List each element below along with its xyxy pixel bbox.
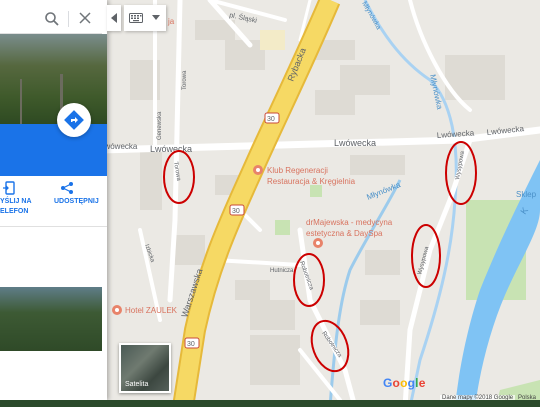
place-photo[interactable] bbox=[0, 34, 107, 124]
directions-button[interactable] bbox=[57, 103, 91, 137]
place-panel: Wyznacz trasę YŚLIJ NA ELEFON UDOSTĘPNIJ bbox=[0, 0, 107, 400]
poi-label-klub-1: Klub Regeneracji bbox=[267, 166, 328, 175]
send-to-phone-label: ELEFON bbox=[0, 208, 29, 215]
svg-text:30: 30 bbox=[232, 208, 240, 215]
place-photo-thumbnail[interactable] bbox=[0, 287, 102, 351]
send-to-phone-label: YŚLIJ NA bbox=[0, 198, 32, 205]
logo-letter: e bbox=[418, 376, 426, 390]
place-header-bar: Wyznacz trasę bbox=[0, 124, 107, 285]
street-label-genewska: Genewska bbox=[157, 111, 163, 140]
poi-label-top-partial: ja bbox=[167, 17, 175, 26]
chevron-left-icon bbox=[111, 13, 117, 23]
poi-label-hotel: Hotel ZAULEK bbox=[125, 306, 178, 315]
logo-letter: o bbox=[392, 376, 401, 390]
search-box[interactable] bbox=[0, 3, 102, 34]
route-badge: 30 bbox=[184, 337, 200, 349]
street-label-hutnicza: Hutnicza bbox=[270, 268, 294, 274]
chevron-down-icon bbox=[152, 15, 160, 20]
taskbar-strip bbox=[0, 400, 540, 407]
logo-letter: g bbox=[407, 376, 416, 390]
keyboard-icon bbox=[129, 13, 143, 23]
input-tools-button[interactable] bbox=[124, 5, 166, 31]
poi-marker-klub[interactable] bbox=[253, 165, 263, 175]
route-badge: 30 bbox=[264, 112, 280, 124]
photo-detail bbox=[20, 79, 22, 124]
send-to-phone-icon bbox=[3, 181, 15, 195]
send-to-phone-button[interactable]: YŚLIJ NA ELEFON bbox=[0, 180, 40, 220]
panel-divider bbox=[0, 226, 107, 227]
svg-text:30: 30 bbox=[267, 116, 275, 123]
share-icon bbox=[61, 182, 73, 194]
poi-label-drmajewska-2: estetyczna & DaySpa bbox=[306, 229, 383, 238]
logo-letter: o bbox=[400, 376, 408, 390]
route-badge: 30 bbox=[229, 204, 245, 216]
svg-text:30: 30 bbox=[187, 341, 195, 348]
poi-label-klub-2: Restauracja & Kręgielnia bbox=[267, 177, 356, 186]
collapse-panel-button[interactable] bbox=[107, 5, 121, 31]
directions-label[interactable]: Wyznacz trasę bbox=[48, 276, 103, 285]
search-input[interactable] bbox=[0, 9, 42, 29]
logo-letter: G bbox=[383, 376, 393, 390]
search-divider bbox=[68, 11, 69, 27]
share-label: UDOSTĘPNIJ bbox=[54, 198, 99, 205]
poi-label-sklep: Sklep bbox=[516, 190, 537, 199]
google-logo: Google bbox=[383, 376, 426, 390]
poi-marker-hotel[interactable] bbox=[112, 305, 122, 315]
directions-icon bbox=[64, 110, 84, 130]
poi-marker-drmajewska[interactable] bbox=[313, 238, 323, 248]
close-icon[interactable] bbox=[78, 11, 92, 25]
satellite-layer-toggle[interactable]: Satelita bbox=[119, 343, 171, 393]
street-label-torowa-top: Torowa bbox=[182, 70, 188, 90]
street-label-lwowecka-right: Lwówecka bbox=[334, 138, 376, 148]
search-icon[interactable] bbox=[44, 11, 60, 27]
poi-label-drmajewska-1: drMajewska - medycyna bbox=[306, 218, 393, 227]
share-button[interactable]: UDOSTĘPNIJ bbox=[54, 180, 104, 220]
satellite-label: Satelita bbox=[125, 381, 149, 388]
